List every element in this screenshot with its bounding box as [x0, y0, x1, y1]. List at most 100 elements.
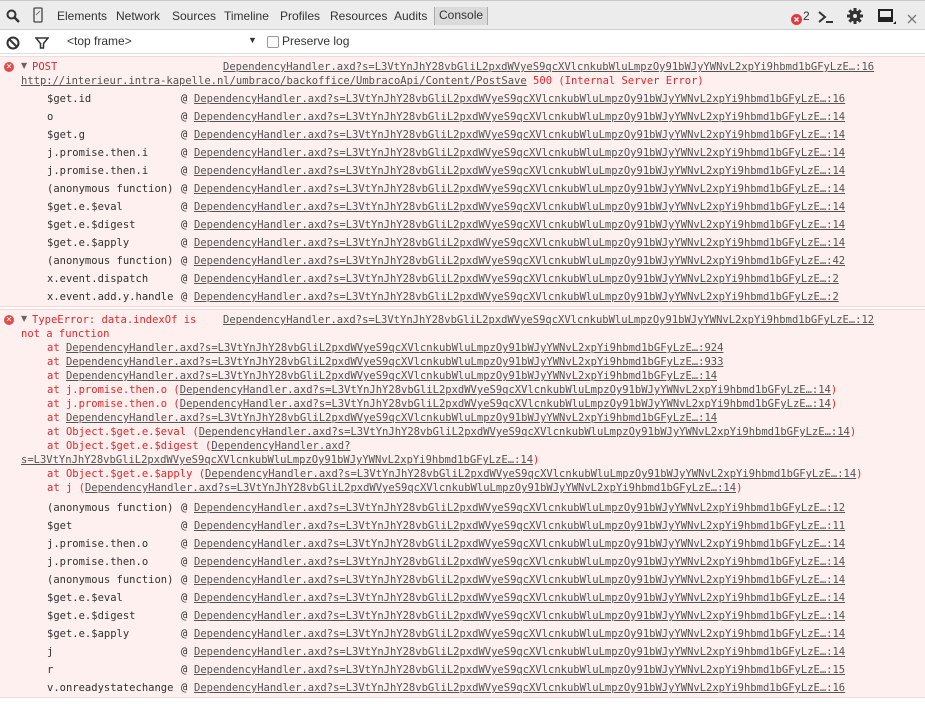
stack-frame-function: (anonymous function): [47, 183, 174, 195]
stack-frame-link[interactable]: DependencyHandler.axd?s=L3VtYnJhY28vbGli…: [194, 573, 845, 587]
stack-frame-link[interactable]: DependencyHandler.axd?s=L3VtYnJhY28vbGli…: [194, 519, 845, 533]
console-error-message: ✕ ▼ TypeError: data.indexOf is DependencyHa…: [0, 309, 925, 698]
dock-side-icon[interactable]: [878, 9, 896, 29]
devtools-tabbar: Elements Network Sources Timeline Profil…: [0, 0, 925, 30]
stack-frame-link[interactable]: DependencyHandler.axd?s=L3VtYnJhY28vbGli…: [194, 681, 845, 695]
stack-frame-link[interactable]: DependencyHandler.axd?s=L3VtYnJhY28vbGli…: [194, 254, 845, 268]
stack-trace-link[interactable]: s=L3VtYnJhY28vbGliL2pxdWVyeS9qcXVlcnkubW…: [21, 454, 533, 466]
stack-frame-link[interactable]: DependencyHandler.axd?s=L3VtYnJhY28vbGli…: [194, 627, 845, 641]
console-drawer-icon[interactable]: [817, 9, 835, 28]
stack-frame-function: $get.g: [47, 129, 85, 141]
stack-frame: (anonymous function) @ DependencyHandler.a…: [0, 254, 925, 272]
expand-triangle-icon[interactable]: ▼: [21, 61, 27, 70]
tab-network[interactable]: Network: [116, 9, 160, 23]
stack-frame-link[interactable]: DependencyHandler.axd?s=L3VtYnJhY28vbGli…: [194, 200, 845, 214]
stack-frame-link[interactable]: DependencyHandler.axd?s=L3VtYnJhY28vbGli…: [194, 501, 845, 515]
error-badge-icon[interactable]: [791, 10, 802, 29]
expand-triangle-icon[interactable]: ▼: [21, 314, 27, 323]
stack-frame-link[interactable]: DependencyHandler.axd?s=L3VtYnJhY28vbGli…: [194, 609, 845, 623]
stack-frame-function: r: [47, 664, 54, 676]
tab-profiles[interactable]: Profiles: [280, 9, 320, 23]
stack-frame-link[interactable]: DependencyHandler.axd?s=L3VtYnJhY28vbGli…: [194, 663, 845, 677]
stack-trace-function: Object.$get.e.$digest (: [65, 440, 212, 452]
tab-elements[interactable]: Elements: [57, 9, 107, 23]
stack-trace-line: at j.promise.then.o (DependencyHandler.a…: [47, 384, 838, 396]
stack-frame: x.event.add.y.handle @ DependencyHandler.a…: [0, 290, 925, 308]
at-symbol: @: [181, 520, 188, 532]
stack-trace-link[interactable]: DependencyHandler.axd?s=L3VtYnJhY28vbGli…: [85, 482, 736, 494]
tab-audits[interactable]: Audits: [394, 9, 427, 23]
stack-frame: $get @ DependencyHandler.axd?s=L3VtYnJhY28…: [0, 519, 925, 537]
error-count[interactable]: 2: [803, 9, 810, 23]
error-icon: ✕: [4, 62, 14, 72]
at-symbol: @: [181, 610, 188, 622]
source-link[interactable]: DependencyHandler.axd?s=L3VtYnJhY28vbGli…: [223, 60, 874, 74]
frame-select-dropdown-icon[interactable]: ▼: [248, 35, 257, 45]
stack-frame-function: x.event.dispatch: [47, 273, 149, 285]
tab-timeline[interactable]: Timeline: [224, 9, 269, 23]
stack-trace-link[interactable]: DependencyHandler.axd?: [211, 440, 350, 452]
stack-frame: v.onreadystatechange @ DependencyHandler.a…: [0, 681, 925, 699]
stack-frame-link[interactable]: DependencyHandler.axd?s=L3VtYnJhY28vbGli…: [194, 92, 845, 106]
at-symbol: @: [181, 201, 188, 213]
stack-trace-link[interactable]: DependencyHandler.axd?s=L3VtYnJhY28vbGli…: [180, 398, 831, 410]
stack-frame-link[interactable]: DependencyHandler.axd?s=L3VtYnJhY28vbGli…: [194, 537, 845, 551]
at-symbol: @: [181, 682, 188, 694]
stack-frame-link[interactable]: DependencyHandler.axd?s=L3VtYnJhY28vbGli…: [194, 110, 845, 124]
error-title-cont: not a function: [21, 328, 110, 340]
tab-sources[interactable]: Sources: [172, 9, 216, 23]
stack-frame-function: $get.e.$apply: [47, 237, 130, 249]
stack-trace-function: j (: [65, 482, 85, 494]
tab-console[interactable]: Console: [434, 7, 489, 25]
stack-frame-link[interactable]: DependencyHandler.axd?s=L3VtYnJhY28vbGli…: [194, 164, 845, 178]
stack-frame-link[interactable]: DependencyHandler.axd?s=L3VtYnJhY28vbGli…: [194, 555, 845, 569]
stack-trace-link[interactable]: DependencyHandler.axd?s=L3VtYnJhY28vbGli…: [199, 426, 850, 438]
stack-frame: $get.e.$apply @ DependencyHandler.axd?s=L3…: [0, 627, 925, 645]
stack-frame: r @ DependencyHandler.axd?s=L3VtYnJhY28vbG…: [0, 663, 925, 681]
stack-trace-link[interactable]: DependencyHandler.axd?s=L3VtYnJhY28vbGli…: [180, 384, 831, 396]
stack-trace-link[interactable]: DependencyHandler.axd?s=L3VtYnJhY28vbGli…: [205, 468, 856, 480]
preserve-log-checkbox[interactable]: [267, 36, 279, 48]
stack-frame-link[interactable]: DependencyHandler.axd?s=L3VtYnJhY28vbGli…: [194, 645, 845, 659]
stack-frame-link[interactable]: DependencyHandler.axd?s=L3VtYnJhY28vbGli…: [194, 236, 845, 250]
filter-icon[interactable]: [34, 35, 50, 54]
at-symbol: @: [181, 502, 188, 514]
stack-frame-function: (anonymous function): [47, 574, 174, 586]
stack-frame-function: x.event.add.y.handle: [47, 291, 174, 303]
stack-frame-function: j.promise.then.o: [47, 538, 149, 550]
search-icon[interactable]: [6, 8, 20, 27]
preserve-log-label: Preserve log: [282, 34, 350, 48]
stack-trace-line: at Object.$get.e.$eval (DependencyHandle…: [47, 426, 857, 438]
stack-frame-function: $get.e.$eval: [47, 201, 123, 213]
stack-trace-line: at j.promise.then.o (DependencyHandler.a…: [47, 398, 838, 410]
stack-frame-link[interactable]: DependencyHandler.axd?s=L3VtYnJhY28vbGli…: [194, 290, 839, 304]
stack-trace-link[interactable]: DependencyHandler.axd?s=L3VtYnJhY28vbGli…: [66, 412, 717, 424]
stack-frame-function: $get.e.$eval: [47, 592, 123, 604]
source-link[interactable]: DependencyHandler.axd?s=L3VtYnJhY28vbGli…: [223, 313, 874, 327]
clear-console-icon[interactable]: [6, 35, 20, 54]
stack-trace-link[interactable]: DependencyHandler.axd?s=L3VtYnJhY28vbGli…: [66, 356, 723, 368]
at-symbol: @: [181, 628, 188, 640]
stack-trace-link[interactable]: DependencyHandler.axd?s=L3VtYnJhY28vbGli…: [66, 342, 723, 354]
stack-frame-function: $get.e.$apply: [47, 628, 130, 640]
stack-frame-link[interactable]: DependencyHandler.axd?s=L3VtYnJhY28vbGli…: [194, 146, 845, 160]
stack-frame: $get.e.$digest @ DependencyHandler.axd?s=L…: [0, 218, 925, 236]
device-mode-icon[interactable]: [33, 7, 43, 27]
frame-select[interactable]: <top frame>: [67, 34, 132, 48]
close-icon[interactable]: [907, 9, 917, 28]
request-url-link[interactable]: http://interieur.intra-kapelle.nl/umbrac…: [21, 75, 527, 87]
stack-frame-link[interactable]: DependencyHandler.axd?s=L3VtYnJhY28vbGli…: [194, 272, 839, 286]
stack-trace-link[interactable]: DependencyHandler.axd?s=L3VtYnJhY28vbGli…: [66, 370, 717, 382]
stack-frame-link[interactable]: DependencyHandler.axd?s=L3VtYnJhY28vbGli…: [194, 591, 845, 605]
settings-gear-icon[interactable]: [847, 8, 863, 28]
stack-trace-line: at j (DependencyHandler.axd?s=L3VtYnJhY2…: [47, 482, 743, 494]
error-title: POST: [32, 61, 58, 73]
stack-frame: x.event.dispatch @ DependencyHandler.axd?s…: [0, 272, 925, 290]
stack-trace-line-cont: s=L3VtYnJhY28vbGliL2pxdWVyeS9qcXVlcnkubW…: [21, 454, 540, 466]
stack-frame: $get.e.$apply @ DependencyHandler.axd?s=L3…: [0, 236, 925, 254]
tab-resources[interactable]: Resources: [330, 9, 387, 23]
stack-frame-link[interactable]: DependencyHandler.axd?s=L3VtYnJhY28vbGli…: [194, 218, 845, 232]
stack-frame-link[interactable]: DependencyHandler.axd?s=L3VtYnJhY28vbGli…: [194, 128, 845, 142]
at-symbol: @: [181, 556, 188, 568]
stack-frame-link[interactable]: DependencyHandler.axd?s=L3VtYnJhY28vbGli…: [194, 182, 845, 196]
